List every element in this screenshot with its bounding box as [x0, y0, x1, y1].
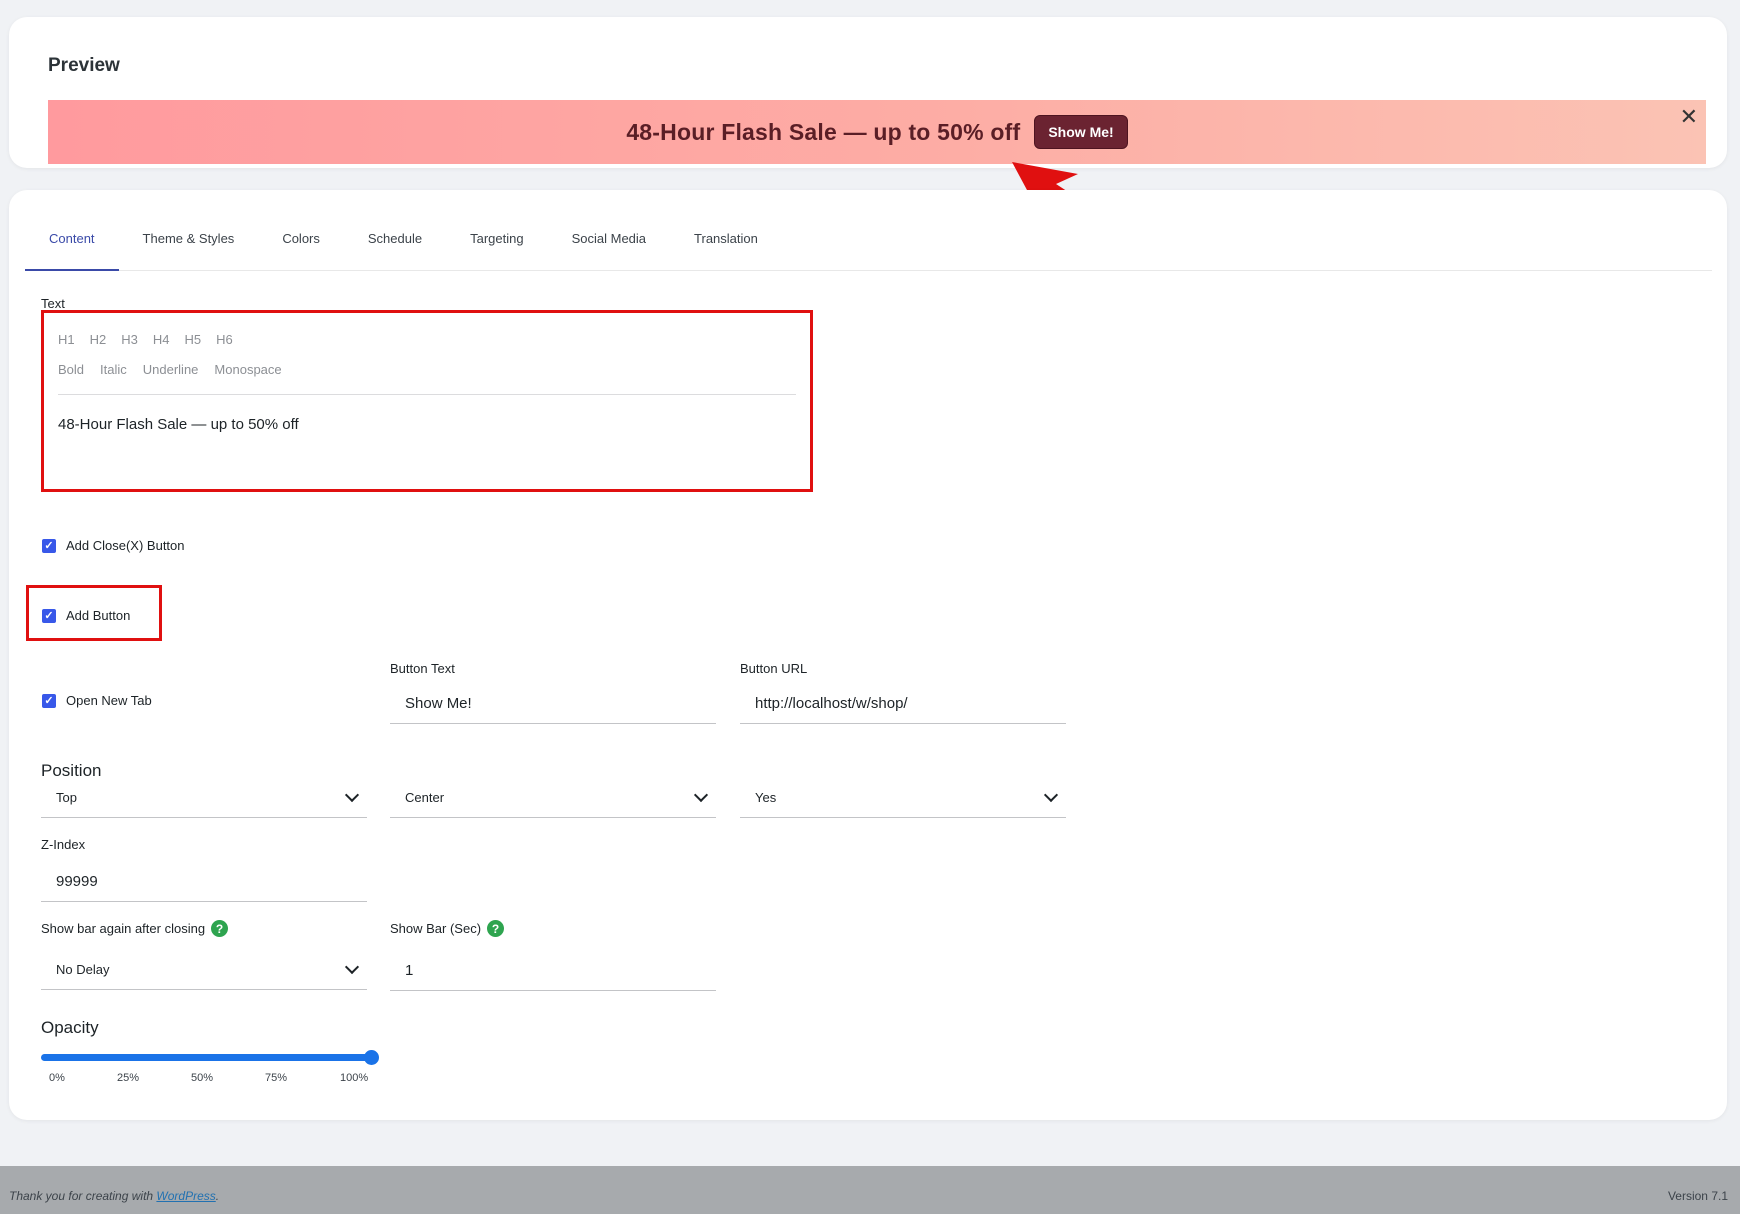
h1-button[interactable]: H1 — [58, 332, 75, 347]
open-new-tab-checkbox[interactable]: ✓ Open New Tab — [42, 693, 152, 708]
bold-button[interactable]: Bold — [58, 362, 84, 377]
chevron-down-icon — [693, 787, 709, 803]
opacity-slider-track[interactable] — [41, 1054, 373, 1061]
preview-card: Preview 48-Hour Flash Sale — up to 50% o… — [9, 17, 1727, 168]
preview-title: Preview — [48, 55, 120, 76]
position-horizontal-value: Center — [405, 790, 445, 805]
chevron-down-icon — [1043, 787, 1059, 803]
button-text-label: Button Text — [390, 661, 455, 676]
show-again-label: Show bar again after closing — [41, 921, 206, 936]
h4-button[interactable]: H4 — [153, 332, 170, 347]
settings-card: Content Theme & Styles Colors Schedule T… — [9, 190, 1727, 1120]
text-editor[interactable]: H1 H2 H3 H4 H5 H6 Bold Italic Underline … — [41, 310, 813, 492]
help-icon[interactable]: ? — [211, 920, 229, 937]
show-again-select[interactable]: No Delay — [41, 950, 367, 990]
footer-version: Version 7.1 — [1667, 1189, 1728, 1203]
format-toolbar: Bold Italic Underline Monospace — [58, 362, 282, 377]
tab-schedule[interactable]: Schedule — [344, 224, 446, 270]
z-index-input[interactable]: 99999 — [41, 862, 367, 902]
h3-button[interactable]: H3 — [121, 332, 138, 347]
h5-button[interactable]: H5 — [185, 332, 202, 347]
italic-button[interactable]: Italic — [100, 362, 127, 377]
tab-targeting[interactable]: Targeting — [446, 224, 547, 270]
opacity-slider-thumb[interactable] — [364, 1050, 379, 1065]
show-bar-label: Show Bar (Sec) — [390, 921, 482, 936]
heading-toolbar: H1 H2 H3 H4 H5 H6 — [58, 332, 233, 347]
opacity-tick: 25% — [117, 1072, 140, 1084]
h2-button[interactable]: H2 — [90, 332, 107, 347]
notification-bar-preview: 48-Hour Flash Sale — up to 50% off Show … — [48, 100, 1706, 164]
text-label: Text — [41, 296, 65, 311]
button-url-input[interactable]: http://localhost/w/shop/ — [740, 684, 1066, 724]
tab-content[interactable]: Content — [25, 224, 119, 271]
show-bar-input[interactable]: 1 — [390, 951, 716, 991]
close-button-label: Add Close(X) Button — [66, 538, 185, 553]
tab-colors[interactable]: Colors — [258, 224, 344, 270]
show-bar-label-row: Show Bar (Sec) ? — [390, 920, 505, 937]
button-text-input[interactable]: Show Me! — [390, 684, 716, 724]
editor-content[interactable]: 48-Hour Flash Sale — up to 50% off — [58, 416, 299, 433]
chevron-down-icon — [344, 959, 360, 975]
opacity-tick: 100% — [340, 1072, 369, 1084]
close-icon[interactable]: ✕ — [1680, 104, 1698, 130]
settings-tabs: Content Theme & Styles Colors Schedule T… — [25, 224, 1712, 271]
opacity-tick: 75% — [265, 1072, 288, 1084]
position-horizontal-select[interactable]: Center — [390, 778, 716, 818]
bar-cta-button[interactable]: Show Me! — [1034, 115, 1128, 149]
chevron-down-icon — [344, 787, 360, 803]
position-vertical-value: Top — [56, 790, 77, 805]
show-again-value: No Delay — [56, 962, 110, 977]
position-sticky-select[interactable]: Yes — [740, 778, 1066, 818]
tab-social-media[interactable]: Social Media — [548, 224, 670, 270]
opacity-tick: 0% — [49, 1072, 65, 1084]
button-url-label: Button URL — [740, 661, 808, 676]
add-button-checkbox[interactable]: ✓ Add Button — [42, 608, 130, 623]
add-button-label: Add Button — [66, 608, 131, 623]
close-button-checkbox[interactable]: ✓ Add Close(X) Button — [42, 538, 185, 553]
wordpress-link[interactable]: WordPress — [156, 1189, 215, 1203]
h6-button[interactable]: H6 — [216, 332, 233, 347]
opacity-label: Opacity — [41, 1018, 99, 1037]
help-icon[interactable]: ? — [487, 920, 505, 937]
bar-text: 48-Hour Flash Sale — up to 50% off — [626, 118, 1021, 145]
tab-translation[interactable]: Translation — [670, 224, 782, 270]
footer-text-prefix: Thank you for creating with — [9, 1189, 157, 1203]
footer-text-suffix: . — [215, 1189, 220, 1203]
tab-theme-styles[interactable]: Theme & Styles — [119, 224, 259, 270]
open-new-tab-label: Open New Tab — [66, 693, 152, 708]
underline-button[interactable]: Underline — [143, 362, 199, 377]
checkbox-checked-icon: ✓ — [42, 608, 56, 623]
editor-divider — [58, 394, 796, 395]
checkbox-checked-icon: ✓ — [42, 693, 56, 708]
monospace-button[interactable]: Monospace — [214, 362, 281, 377]
show-again-label-row: Show bar again after closing ? — [41, 920, 229, 937]
position-sticky-value: Yes — [755, 790, 777, 805]
checkbox-checked-icon: ✓ — [42, 538, 56, 553]
z-index-label: Z-Index — [41, 837, 86, 852]
footer-credit: Thank you for creating with WordPress. — [9, 1189, 219, 1203]
opacity-tick: 50% — [191, 1072, 214, 1084]
admin-footer: Thank you for creating with WordPress. V… — [0, 1166, 1740, 1214]
position-vertical-select[interactable]: Top — [41, 778, 367, 818]
